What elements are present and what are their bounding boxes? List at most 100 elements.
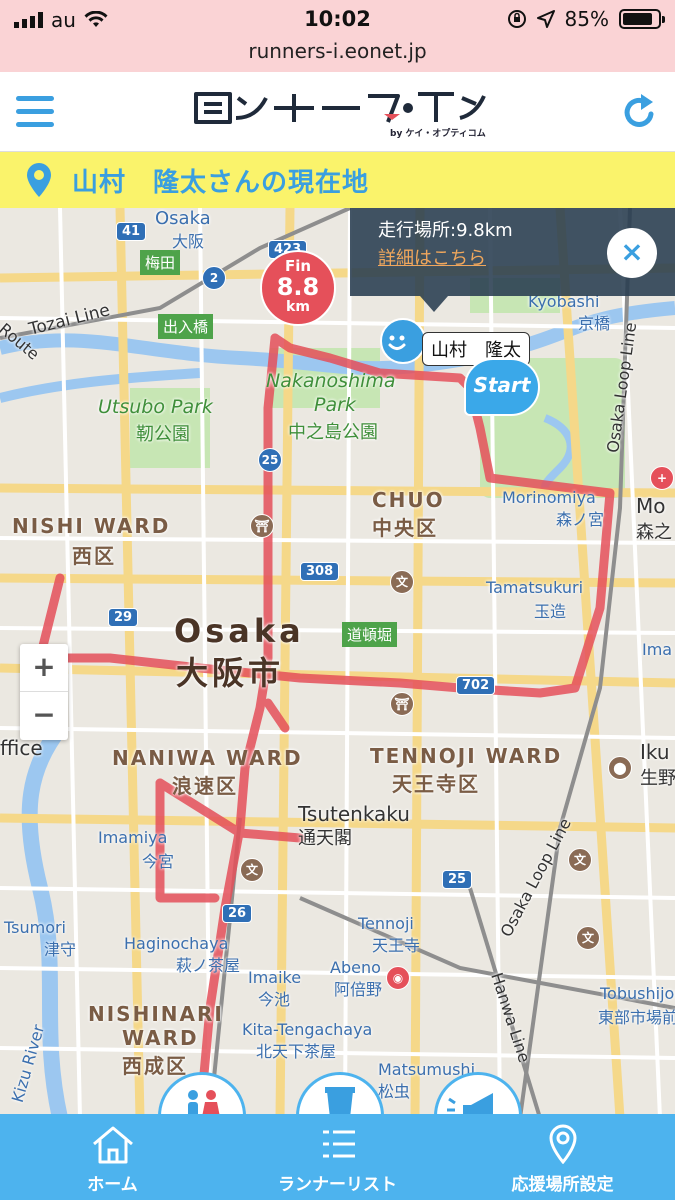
nav-home-label: ホーム xyxy=(87,1175,138,1195)
nav-support-settings-label: 応援場所設定 xyxy=(511,1175,614,1195)
route-shield-26: 26 xyxy=(222,904,253,923)
start-marker[interactable]: Start xyxy=(464,358,540,416)
label-morinomiya-ja: 森ノ宮 xyxy=(556,510,605,529)
label-deiribashi: 出入橋 xyxy=(158,314,214,339)
temple-icon: ⛩ xyxy=(250,514,274,538)
battery-icon xyxy=(619,9,665,29)
label-tamatsukuri-ja: 玉造 xyxy=(534,602,567,621)
label-tennoji-station-ja: 天王寺 xyxy=(372,936,421,955)
landmark-icon: ⬤ xyxy=(608,756,632,780)
runner-face-icon xyxy=(388,335,406,350)
zoom-in-button[interactable]: + xyxy=(20,644,68,692)
menu-icon[interactable] xyxy=(16,96,54,128)
route-shield-308: 308 xyxy=(300,562,340,581)
label-nishinari-en-2: WARD xyxy=(122,1026,199,1050)
label-tsumori-ja: 津守 xyxy=(44,940,77,959)
status-right: 85% xyxy=(507,7,665,31)
finish-distance: 8.8 xyxy=(276,273,320,301)
label-utsubo-ja: 靭公園 xyxy=(136,424,190,445)
label-osaka-en: Osaka xyxy=(155,208,211,229)
label-nishi-ja: 西区 xyxy=(72,544,116,568)
status-bar: au 10:02 85% xyxy=(0,0,675,38)
finish-marker[interactable]: Fin 8.8 km xyxy=(260,250,336,326)
label-tsutenkaku-ja: 通天閣 xyxy=(298,828,352,849)
nav-runner-list-label: ランナーリスト xyxy=(278,1175,397,1195)
label-abeno-ja: 阿倍野 xyxy=(334,980,383,999)
route-shield-25a: 25 xyxy=(258,448,282,472)
zoom-control: + − xyxy=(20,644,68,740)
label-city-ja: 大阪市 xyxy=(176,654,285,692)
label-ima: Ima xyxy=(642,640,673,659)
label-tamatsukuri-en: Tamatsukuri xyxy=(486,578,584,597)
info-location: 走行場所:9.8km xyxy=(378,220,513,241)
zoom-out-button[interactable]: − xyxy=(20,692,68,740)
label-chuo-en: CHUO xyxy=(372,488,445,512)
label-imaike-ja: 今池 xyxy=(258,990,291,1009)
label-tobushijomae-ja: 東部市場前 xyxy=(598,1008,675,1027)
school-icon-4: 文 xyxy=(576,926,600,950)
label-kita-tengachaya-ja: 北天下茶屋 xyxy=(256,1042,337,1061)
route-shield-41: 41 xyxy=(116,222,147,241)
label-abeno-en: Abeno xyxy=(330,958,381,977)
label-tsutenkaku-en: Tsutenkaku xyxy=(298,802,410,826)
label-tobushijomae-en: Tobushijomae xyxy=(600,984,675,1003)
school-icon-2: 文 xyxy=(240,858,264,882)
info-detail-link[interactable]: 詳細はこちら xyxy=(378,244,486,270)
shopping-icon: ◉ xyxy=(386,966,410,990)
route-shield-2: 2 xyxy=(202,266,226,290)
label-dotonbori: 道頓堀 xyxy=(342,622,398,647)
label-haginochaya-ja: 萩ノ茶屋 xyxy=(176,956,241,975)
label-chuo-ja: 中央区 xyxy=(372,516,438,540)
label-osaka-ja: 大阪 xyxy=(172,232,205,251)
location-pin-icon xyxy=(548,1124,577,1165)
route-shield-29: 29 xyxy=(108,608,139,627)
url-bar[interactable]: runners-i.eonet.jp xyxy=(0,38,675,72)
label-kyobashi-ja: 京橋 xyxy=(578,314,611,333)
label-iku-ja: 生野 xyxy=(640,768,675,789)
info-panel: 走行場所:9.8km 詳細はこちら × xyxy=(350,208,675,296)
route-shield-702: 702 xyxy=(456,676,496,695)
app-header: by ケイ・オプティコム xyxy=(0,72,675,152)
label-mo-ja: 森之 xyxy=(636,522,672,543)
logo-subtitle: by ケイ・オプティコム xyxy=(390,129,486,139)
hospital-icon: + xyxy=(650,466,674,490)
label-nakanoshima-ja: 中之島公園 xyxy=(288,422,378,443)
nav-runner-list[interactable]: ランナーリスト xyxy=(225,1114,450,1200)
runner-marker[interactable] xyxy=(380,318,426,364)
label-matsumushi-ja: 松虫 xyxy=(378,1082,411,1101)
label-nakanoshima-en-2: Park xyxy=(314,394,356,416)
label-nishi-en: NISHI WARD xyxy=(12,514,171,538)
finish-unit: km xyxy=(286,299,310,315)
label-tennoji-ja: 天王寺区 xyxy=(392,772,480,796)
nav-support-settings[interactable]: 応援場所設定 xyxy=(450,1114,675,1200)
label-nishinari-en-1: NISHINARI xyxy=(88,1002,224,1026)
label-tennoji-en: TENNOJI WARD xyxy=(370,744,563,768)
location-arrow-icon xyxy=(536,10,555,28)
info-panel-tail xyxy=(420,296,448,312)
route-shield-25b: 25 xyxy=(442,870,473,889)
home-icon xyxy=(92,1126,133,1164)
school-icon-3: 文 xyxy=(568,848,592,872)
list-icon xyxy=(322,1130,355,1158)
label-nishinari-ja: 西成区 xyxy=(122,1054,188,1078)
label-tennoji-station-en: Tennoji xyxy=(358,914,414,933)
label-naniwa-en: NANIWA WARD xyxy=(112,746,303,770)
battery-percent: 85% xyxy=(564,7,609,31)
label-tsumori-en: Tsumori xyxy=(4,918,66,937)
banner-title: 山村 隆太さんの現在地 xyxy=(72,167,370,198)
label-haginochaya-en: Haginochaya xyxy=(124,934,229,953)
label-morinomiya-en: Morinomiya xyxy=(502,488,596,507)
info-close-button[interactable]: × xyxy=(607,228,657,278)
label-naniwa-ja: 浪速区 xyxy=(172,774,238,798)
label-umeda: 梅田 xyxy=(140,250,181,275)
nav-home[interactable]: ホーム xyxy=(0,1114,225,1200)
label-imaike-en: Imaike xyxy=(248,968,302,987)
label-kita-tengachaya-en: Kita-Tengachaya xyxy=(242,1020,373,1039)
school-icon: 文 xyxy=(390,570,414,594)
map-view[interactable]: 梅田 出入橋 道頓堀 Osaka 大阪 Tozai Line Route Nak… xyxy=(0,208,675,1118)
label-iku-en: Iku xyxy=(640,740,670,764)
map-pin-icon xyxy=(27,163,51,197)
label-city-en: Osaka xyxy=(174,612,305,650)
refresh-icon[interactable] xyxy=(621,92,659,132)
label-utsubo-en: Utsubo Park xyxy=(98,396,213,418)
